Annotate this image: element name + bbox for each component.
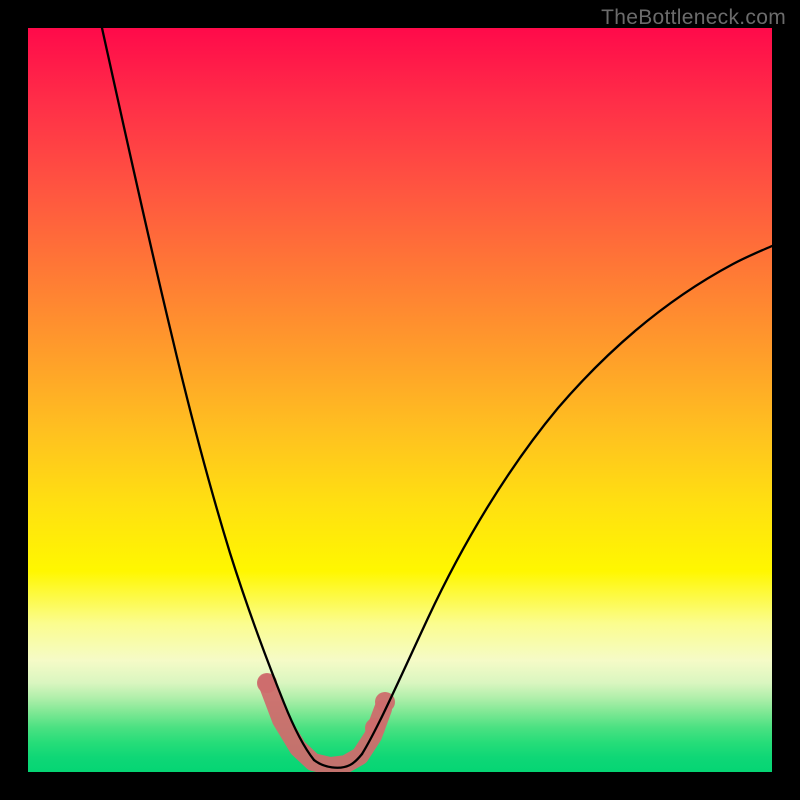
curve-right-branch	[362, 246, 772, 754]
curve-left-branch	[102, 28, 314, 760]
outer-frame: TheBottleneck.com	[0, 0, 800, 800]
watermark-text: TheBottleneck.com	[601, 6, 786, 30]
curve-layer	[28, 28, 772, 772]
plot-area	[28, 28, 772, 772]
accent-path	[267, 683, 383, 766]
